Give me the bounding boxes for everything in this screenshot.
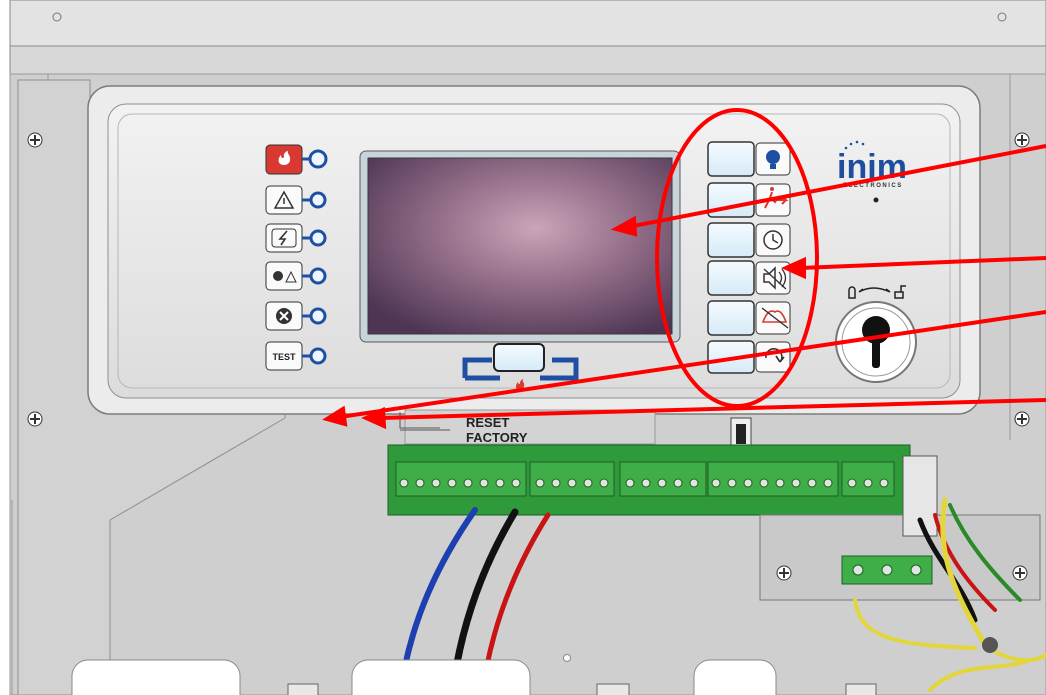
screw-icon — [27, 411, 43, 427]
bulb-icon — [766, 150, 780, 164]
silence-buzzer-button[interactable] — [707, 260, 755, 296]
knockout-center — [351, 659, 531, 695]
knockout-right — [693, 659, 777, 695]
test-indicator-label: TEST — [272, 352, 296, 362]
disabled-led — [309, 307, 327, 325]
status-pinhole — [873, 197, 879, 203]
fire-led — [308, 149, 328, 169]
ok-button[interactable] — [493, 343, 545, 372]
ground-clamp — [982, 637, 998, 653]
lcd-screen — [367, 157, 673, 335]
screw-icon — [27, 132, 43, 148]
fire-panel-photo: TEST inim ELECTRONICS RESET FACTORY — [0, 0, 1046, 695]
screw-icon — [1014, 132, 1030, 148]
factory-label: FACTORY — [466, 430, 528, 445]
enclosure-top-lip — [9, 0, 1046, 47]
screw-icon — [1012, 565, 1028, 581]
test-led — [309, 347, 327, 365]
lamp-test-button[interactable] — [707, 141, 755, 177]
knockout-left — [71, 659, 241, 695]
screw-icon — [1014, 411, 1030, 427]
silence-sounder-button[interactable] — [707, 300, 755, 336]
supervisory-led — [309, 267, 327, 285]
delay-button[interactable] — [707, 222, 755, 258]
screw-icon — [776, 565, 792, 581]
supervisory-indicator-icon — [273, 271, 283, 281]
fault-led — [309, 191, 327, 209]
power-led — [309, 229, 327, 247]
